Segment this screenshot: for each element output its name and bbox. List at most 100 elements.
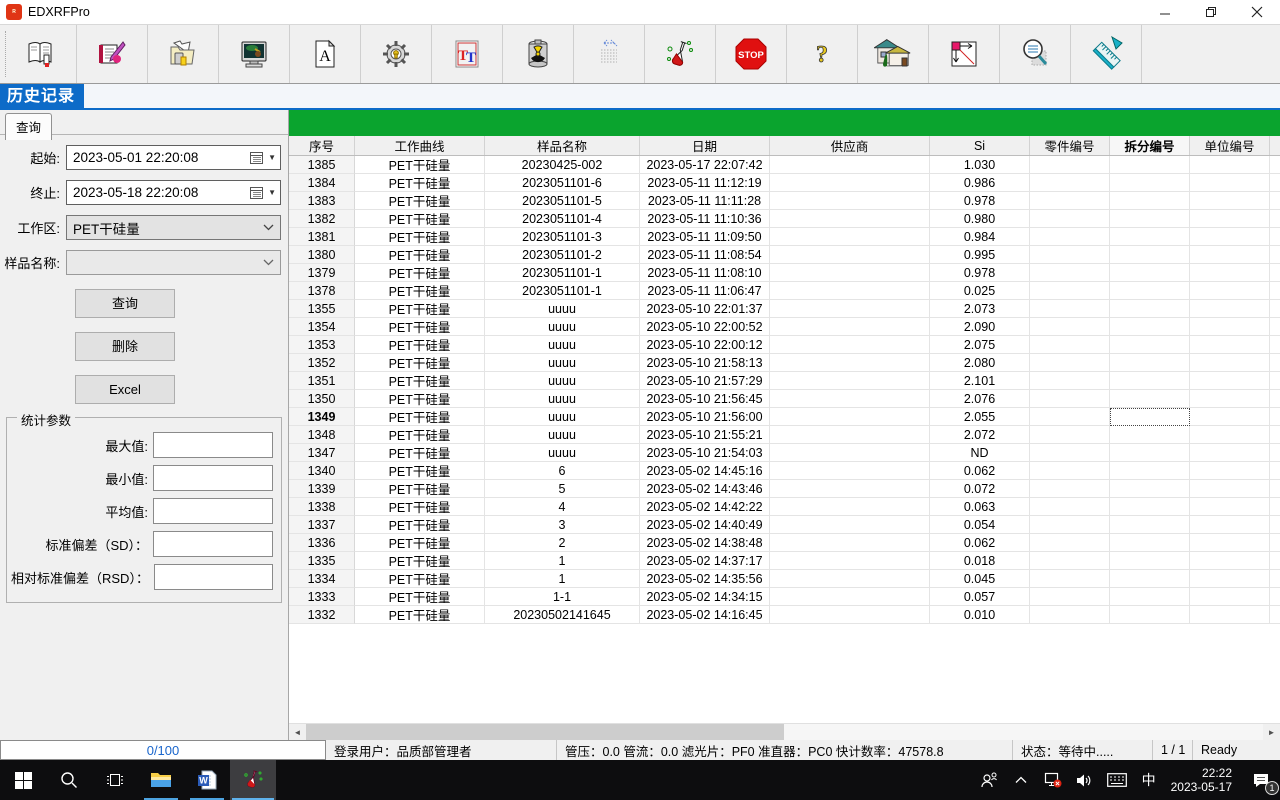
- table-cell[interactable]: [770, 228, 930, 246]
- table-cell[interactable]: uuuu: [485, 336, 640, 354]
- table-row[interactable]: 1350PET干硅量uuuu2023-05-10 21:56:452.076: [289, 390, 1280, 408]
- table-cell[interactable]: PET干硅量: [355, 372, 485, 390]
- table-cell[interactable]: 0.072: [930, 480, 1030, 498]
- table-cell[interactable]: [1030, 228, 1110, 246]
- taskbar-word[interactable]: W: [184, 760, 230, 800]
- search-table-icon[interactable]: [1000, 25, 1071, 83]
- table-cell[interactable]: 2023-05-02 14:42:22: [640, 498, 770, 516]
- table-cell[interactable]: [1190, 516, 1270, 534]
- table-cell[interactable]: [1110, 462, 1190, 480]
- table-cell[interactable]: 2023-05-10 21:54:03: [640, 444, 770, 462]
- table-cell[interactable]: uuuu: [485, 444, 640, 462]
- column-header[interactable]: 单位编号: [1190, 136, 1270, 155]
- table-cell[interactable]: [1030, 156, 1110, 174]
- taskbar-file-explorer[interactable]: [138, 760, 184, 800]
- table-cell[interactable]: 2023-05-02 14:40:49: [640, 516, 770, 534]
- help-icon[interactable]: ?: [787, 25, 858, 83]
- table-cell[interactable]: [1190, 174, 1270, 192]
- table-cell[interactable]: [770, 570, 930, 588]
- home-icon[interactable]: [858, 25, 929, 83]
- table-cell[interactable]: [770, 444, 930, 462]
- table-cell[interactable]: [1110, 426, 1190, 444]
- table-cell[interactable]: 2023-05-10 21:57:29: [640, 372, 770, 390]
- table-cell[interactable]: [1110, 480, 1190, 498]
- table-cell[interactable]: [1190, 426, 1270, 444]
- row-index-cell[interactable]: 1383: [289, 192, 355, 210]
- table-cell[interactable]: [770, 426, 930, 444]
- table-cell[interactable]: [770, 192, 930, 210]
- touch-keyboard-icon[interactable]: [1101, 760, 1133, 800]
- row-index-cell[interactable]: 1381: [289, 228, 355, 246]
- row-index-cell[interactable]: 1355: [289, 300, 355, 318]
- table-cell[interactable]: [1190, 552, 1270, 570]
- table-cell[interactable]: 0.010: [930, 606, 1030, 624]
- table-cell[interactable]: [770, 300, 930, 318]
- table-cell[interactable]: [1110, 390, 1190, 408]
- table-cell[interactable]: [1190, 246, 1270, 264]
- table-cell[interactable]: 2.090: [930, 318, 1030, 336]
- table-cell[interactable]: [1030, 300, 1110, 318]
- scrollbar-thumb[interactable]: [306, 724, 784, 740]
- table-row[interactable]: 1383PET干硅量2023051101-52023-05-11 11:11:2…: [289, 192, 1280, 210]
- table-cell[interactable]: 2023-05-11 11:10:36: [640, 210, 770, 228]
- avg-input[interactable]: [153, 498, 273, 524]
- row-index-cell[interactable]: 1337: [289, 516, 355, 534]
- excel-button[interactable]: Excel: [75, 375, 175, 404]
- table-cell[interactable]: 0.978: [930, 192, 1030, 210]
- table-row[interactable]: 1334PET干硅量12023-05-02 14:35:560.045: [289, 570, 1280, 588]
- table-cell[interactable]: uuuu: [485, 372, 640, 390]
- table-row[interactable]: 1340PET干硅量62023-05-02 14:45:160.062: [289, 462, 1280, 480]
- monitor-icon[interactable]: [219, 25, 290, 83]
- table-cell[interactable]: [1030, 174, 1110, 192]
- table-cell[interactable]: [1110, 318, 1190, 336]
- table-row[interactable]: 1336PET干硅量22023-05-02 14:38:480.062: [289, 534, 1280, 552]
- table-cell[interactable]: [1030, 516, 1110, 534]
- table-cell[interactable]: [1190, 534, 1270, 552]
- row-index-cell[interactable]: 1336: [289, 534, 355, 552]
- folder-icon[interactable]: [148, 25, 219, 83]
- table-cell[interactable]: 20230502141645: [485, 606, 640, 624]
- tray-expand-chevron-icon[interactable]: [1005, 760, 1037, 800]
- table-cell[interactable]: 2023051101-5: [485, 192, 640, 210]
- table-cell[interactable]: PET干硅量: [355, 264, 485, 282]
- table-cell[interactable]: [1190, 390, 1270, 408]
- row-index-cell[interactable]: 1340: [289, 462, 355, 480]
- table-cell[interactable]: [770, 264, 930, 282]
- table-cell[interactable]: [770, 516, 930, 534]
- table-cell[interactable]: 6: [485, 462, 640, 480]
- table-cell[interactable]: PET干硅量: [355, 282, 485, 300]
- table-cell[interactable]: 2.076: [930, 390, 1030, 408]
- table-cell[interactable]: [1030, 192, 1110, 210]
- table-cell[interactable]: PET干硅量: [355, 192, 485, 210]
- table-cell[interactable]: [770, 174, 930, 192]
- start-button[interactable]: [0, 760, 46, 800]
- table-cell[interactable]: PET干硅量: [355, 498, 485, 516]
- table-cell[interactable]: [1110, 282, 1190, 300]
- people-icon[interactable]: [973, 760, 1005, 800]
- table-cell[interactable]: PET干硅量: [355, 318, 485, 336]
- table-cell[interactable]: uuuu: [485, 318, 640, 336]
- row-index-cell[interactable]: 1352: [289, 354, 355, 372]
- table-cell[interactable]: PET干硅量: [355, 426, 485, 444]
- row-index-cell[interactable]: 1382: [289, 210, 355, 228]
- table-cell[interactable]: [770, 480, 930, 498]
- task-view-icon[interactable]: [92, 760, 138, 800]
- table-cell[interactable]: 0.978: [930, 264, 1030, 282]
- tab-query[interactable]: 查询: [5, 113, 52, 140]
- table-row[interactable]: 1382PET干硅量2023051101-42023-05-11 11:10:3…: [289, 210, 1280, 228]
- table-cell[interactable]: PET干硅量: [355, 588, 485, 606]
- start-datetime-input[interactable]: 2023-05-01 22:20:08 ▼: [66, 145, 281, 170]
- notification-center-icon[interactable]: 1: [1242, 760, 1280, 800]
- column-header[interactable]: 零件编号: [1030, 136, 1110, 155]
- table-cell[interactable]: [1030, 606, 1110, 624]
- min-input[interactable]: [153, 465, 273, 491]
- table-cell[interactable]: [1030, 588, 1110, 606]
- counter-icon[interactable]: [574, 25, 645, 83]
- row-index-cell[interactable]: 1385: [289, 156, 355, 174]
- table-cell[interactable]: 2023-05-10 21:58:13: [640, 354, 770, 372]
- table-cell[interactable]: PET干硅量: [355, 552, 485, 570]
- table-cell[interactable]: [1030, 264, 1110, 282]
- table-row[interactable]: 1354PET干硅量uuuu2023-05-10 22:00:522.090: [289, 318, 1280, 336]
- table-cell[interactable]: 0.063: [930, 498, 1030, 516]
- gear-icon[interactable]: [361, 25, 432, 83]
